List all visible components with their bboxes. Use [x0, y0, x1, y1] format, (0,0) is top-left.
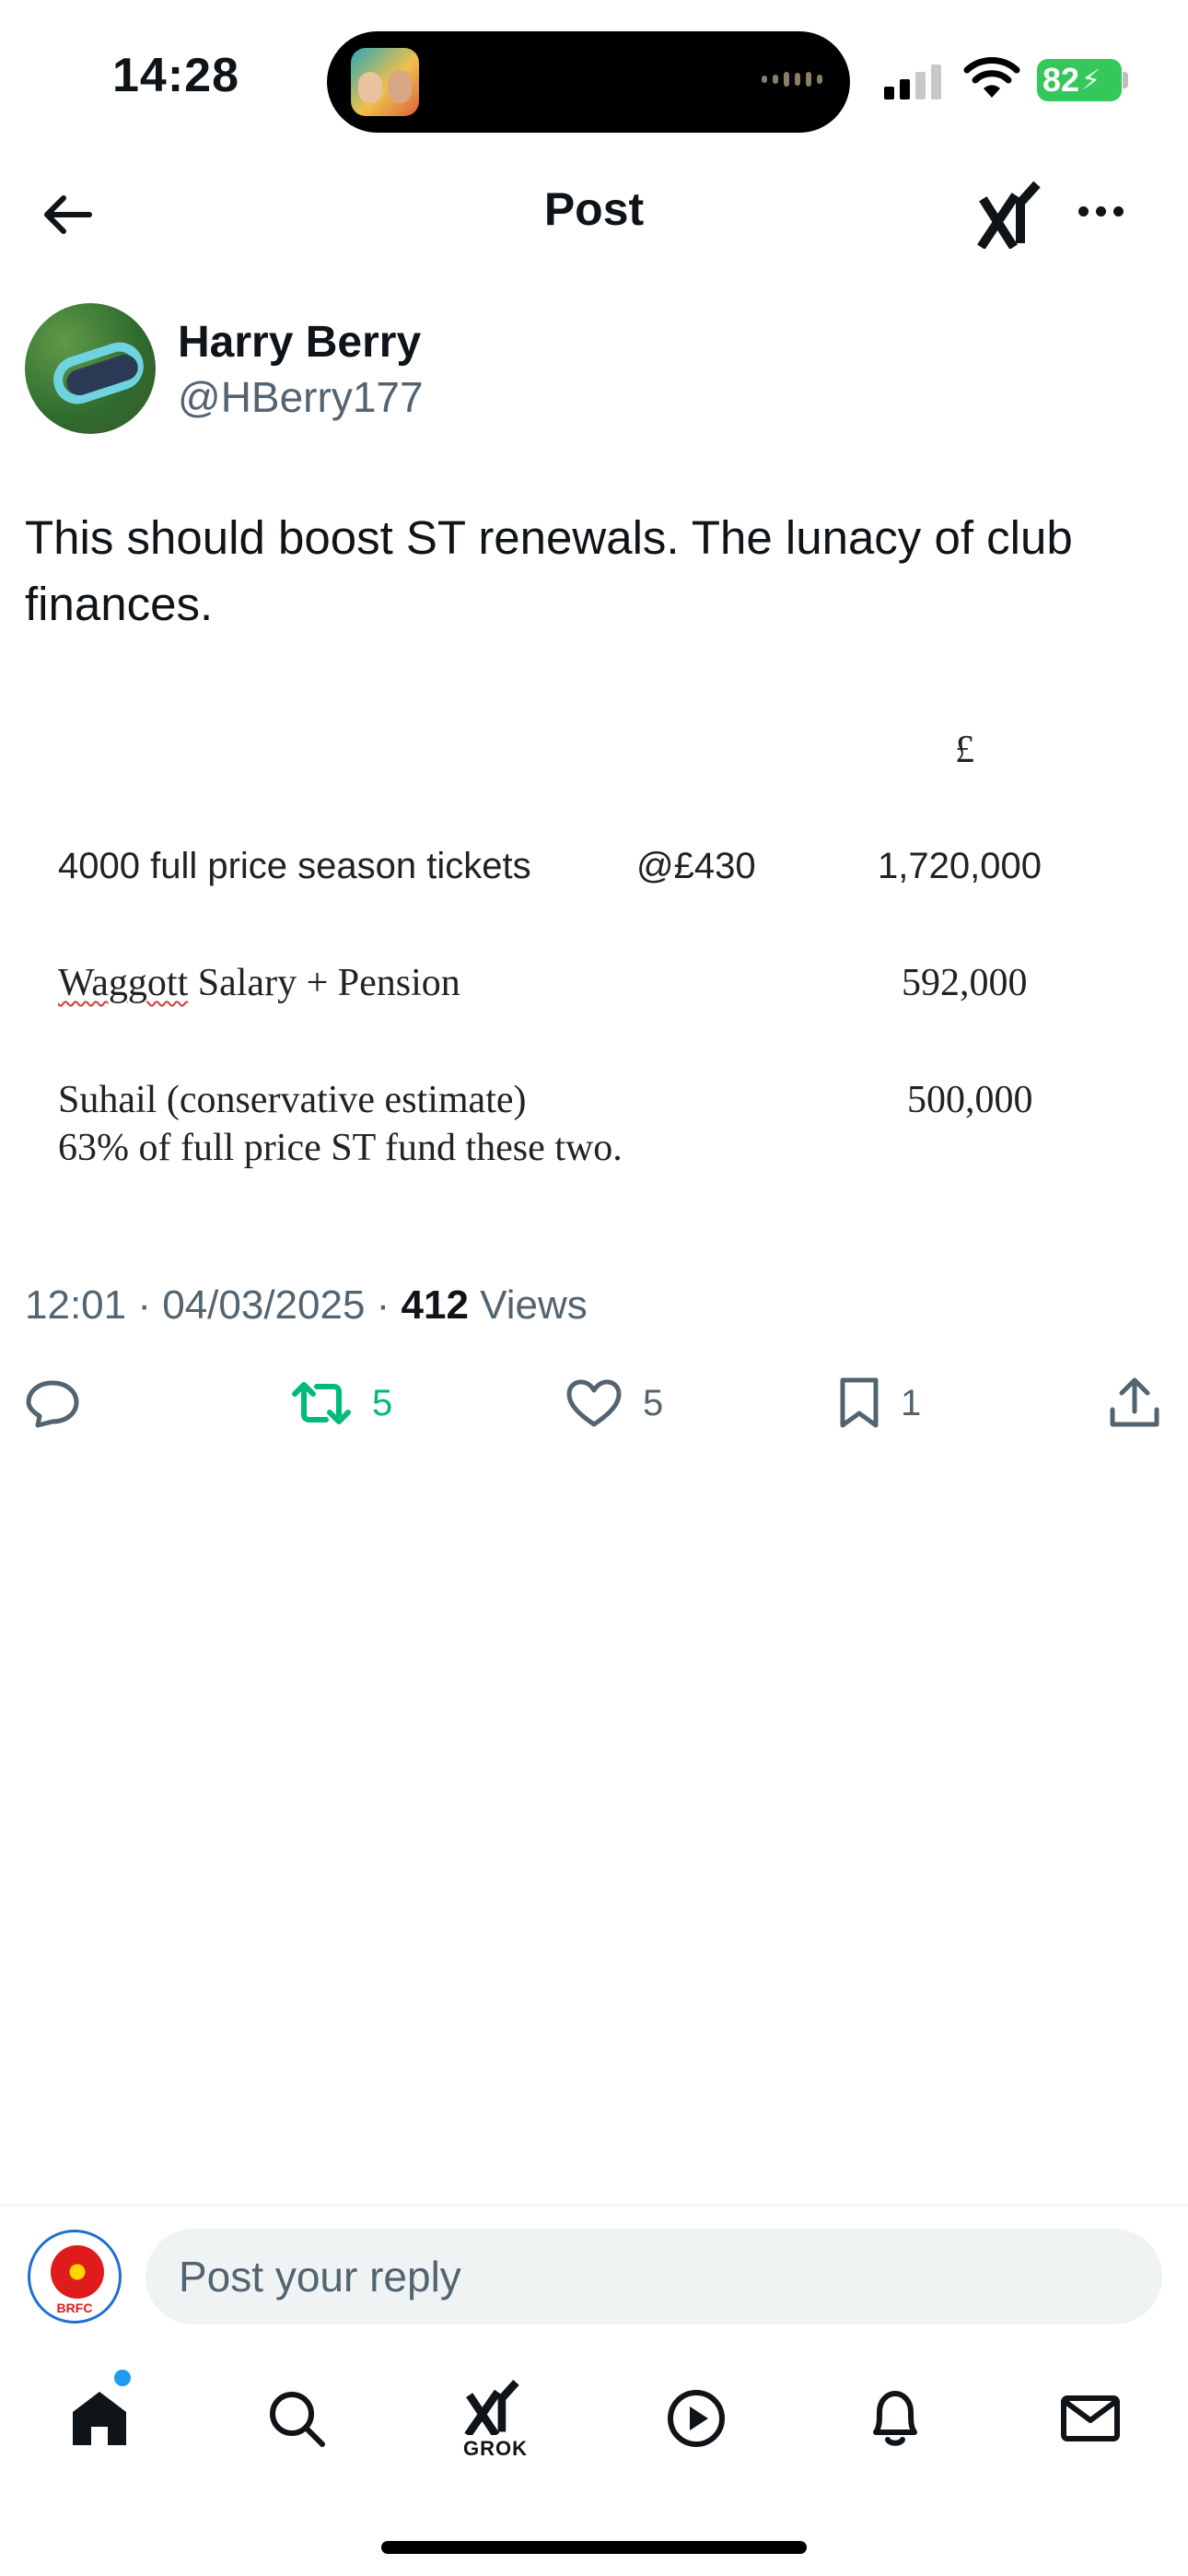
- post-time: 12:01: [25, 1282, 127, 1328]
- tab-home[interactable]: [44, 2359, 155, 2478]
- views-count[interactable]: 412: [402, 1282, 469, 1328]
- reply-divider: [0, 2204, 1188, 2206]
- row-amount: 1,720,000: [878, 846, 1042, 886]
- dot: [1112, 205, 1124, 217]
- search-icon: [270, 2392, 325, 2447]
- tab-video[interactable]: [641, 2359, 751, 2478]
- repost-icon: [292, 1382, 351, 1424]
- views-label[interactable]: Views: [480, 1282, 588, 1328]
- battery-indicator: 82 ⚡: [1037, 59, 1122, 101]
- reply-placeholder: Post your reply: [179, 2253, 461, 2301]
- battery-tip: [1123, 72, 1128, 88]
- tab-notifications[interactable]: [840, 2359, 950, 2478]
- grok-label: GROK: [463, 2437, 528, 2460]
- share-icon: [1110, 1377, 1159, 1427]
- reply-input[interactable]: Post your reply: [146, 2229, 1162, 2324]
- wifi-icon: [963, 57, 1020, 98]
- heart-icon: [566, 1379, 622, 1427]
- post-image[interactable]: £ 4000 full price season tickets @£430 1…: [25, 700, 1163, 1198]
- cellular-signal-icon: [884, 64, 941, 100]
- currency-header: £: [955, 729, 974, 771]
- post-text: This should boost ST renewals. The lunac…: [25, 511, 1073, 630]
- tab-bar: GROK: [0, 2359, 1188, 2478]
- dynamic-island[interactable]: [327, 31, 850, 133]
- row-amount: 592,000: [902, 962, 1028, 1004]
- row-label: Suhail (conservative estimate): [58, 1079, 527, 1121]
- home-indicator[interactable]: [381, 2541, 807, 2554]
- dot: [1095, 205, 1106, 217]
- like-button[interactable]: 5: [565, 1371, 663, 1435]
- now-playing-artwork: [351, 48, 419, 116]
- like-count: 5: [643, 1382, 664, 1423]
- bell-icon: [873, 2391, 917, 2446]
- author-avatar[interactable]: [25, 303, 156, 434]
- home-new-posts-dot: [114, 2370, 131, 2386]
- bookmark-button[interactable]: 1: [838, 1371, 921, 1435]
- author-handle[interactable]: @HBerry177: [178, 372, 424, 422]
- repost-count: 5: [372, 1382, 393, 1423]
- audio-waveform-icon: [762, 72, 822, 87]
- envelope-icon: [1061, 2395, 1120, 2441]
- status-bar: 14:28 82 ⚡: [0, 0, 1188, 147]
- home-icon: [73, 2392, 126, 2445]
- tab-grok[interactable]: GROK: [440, 2359, 551, 2478]
- row-label-suffix: Salary + Pension: [188, 962, 460, 1004]
- share-button[interactable]: [1109, 1371, 1160, 1435]
- reply-button[interactable]: [25, 1371, 80, 1435]
- battery-level: 82: [1042, 61, 1080, 99]
- status-time: 14:28: [112, 49, 239, 102]
- current-user-avatar[interactable]: BRFC: [28, 2230, 122, 2324]
- author-name[interactable]: Harry Berry: [178, 317, 421, 368]
- post-date: 04/03/2025: [162, 1282, 366, 1328]
- tab-search[interactable]: [241, 2359, 352, 2478]
- charging-bolt-icon: ⚡: [1081, 64, 1101, 96]
- bookmark-count: 1: [901, 1382, 922, 1423]
- rose-icon: [51, 2245, 104, 2299]
- grok-icon: [464, 2380, 519, 2435]
- meta-separator: ·: [126, 1282, 163, 1328]
- more-options-button[interactable]: [1068, 179, 1133, 243]
- row-rate: @£430: [636, 846, 756, 886]
- row-label-prefix: Waggott: [58, 962, 189, 1004]
- post-header: Post: [0, 166, 1188, 258]
- bookmark-icon: [840, 1377, 879, 1428]
- post-meta: 12:01 · 04/03/2025 · 412 Views: [25, 1282, 588, 1329]
- grok-icon: [977, 181, 1041, 250]
- play-circle-icon: [668, 2390, 725, 2447]
- image-note: 63% of full price ST fund these two.: [58, 1127, 623, 1169]
- avatar-badge-text: BRFC: [56, 2301, 93, 2315]
- meta-separator: ·: [365, 1282, 402, 1328]
- repost-button[interactable]: 5: [291, 1371, 392, 1435]
- reply-bubble-icon: [26, 1380, 79, 1428]
- post-actions: 5 5 1: [0, 1371, 1188, 1435]
- row-label: Waggott Salary + Pension: [58, 961, 460, 1005]
- row-label: 4000 full price season tickets: [58, 846, 531, 886]
- grok-button[interactable]: [976, 175, 1050, 250]
- row-amount: 500,000: [907, 1079, 1033, 1121]
- dot: [1077, 205, 1089, 217]
- tab-messages[interactable]: [1035, 2359, 1146, 2478]
